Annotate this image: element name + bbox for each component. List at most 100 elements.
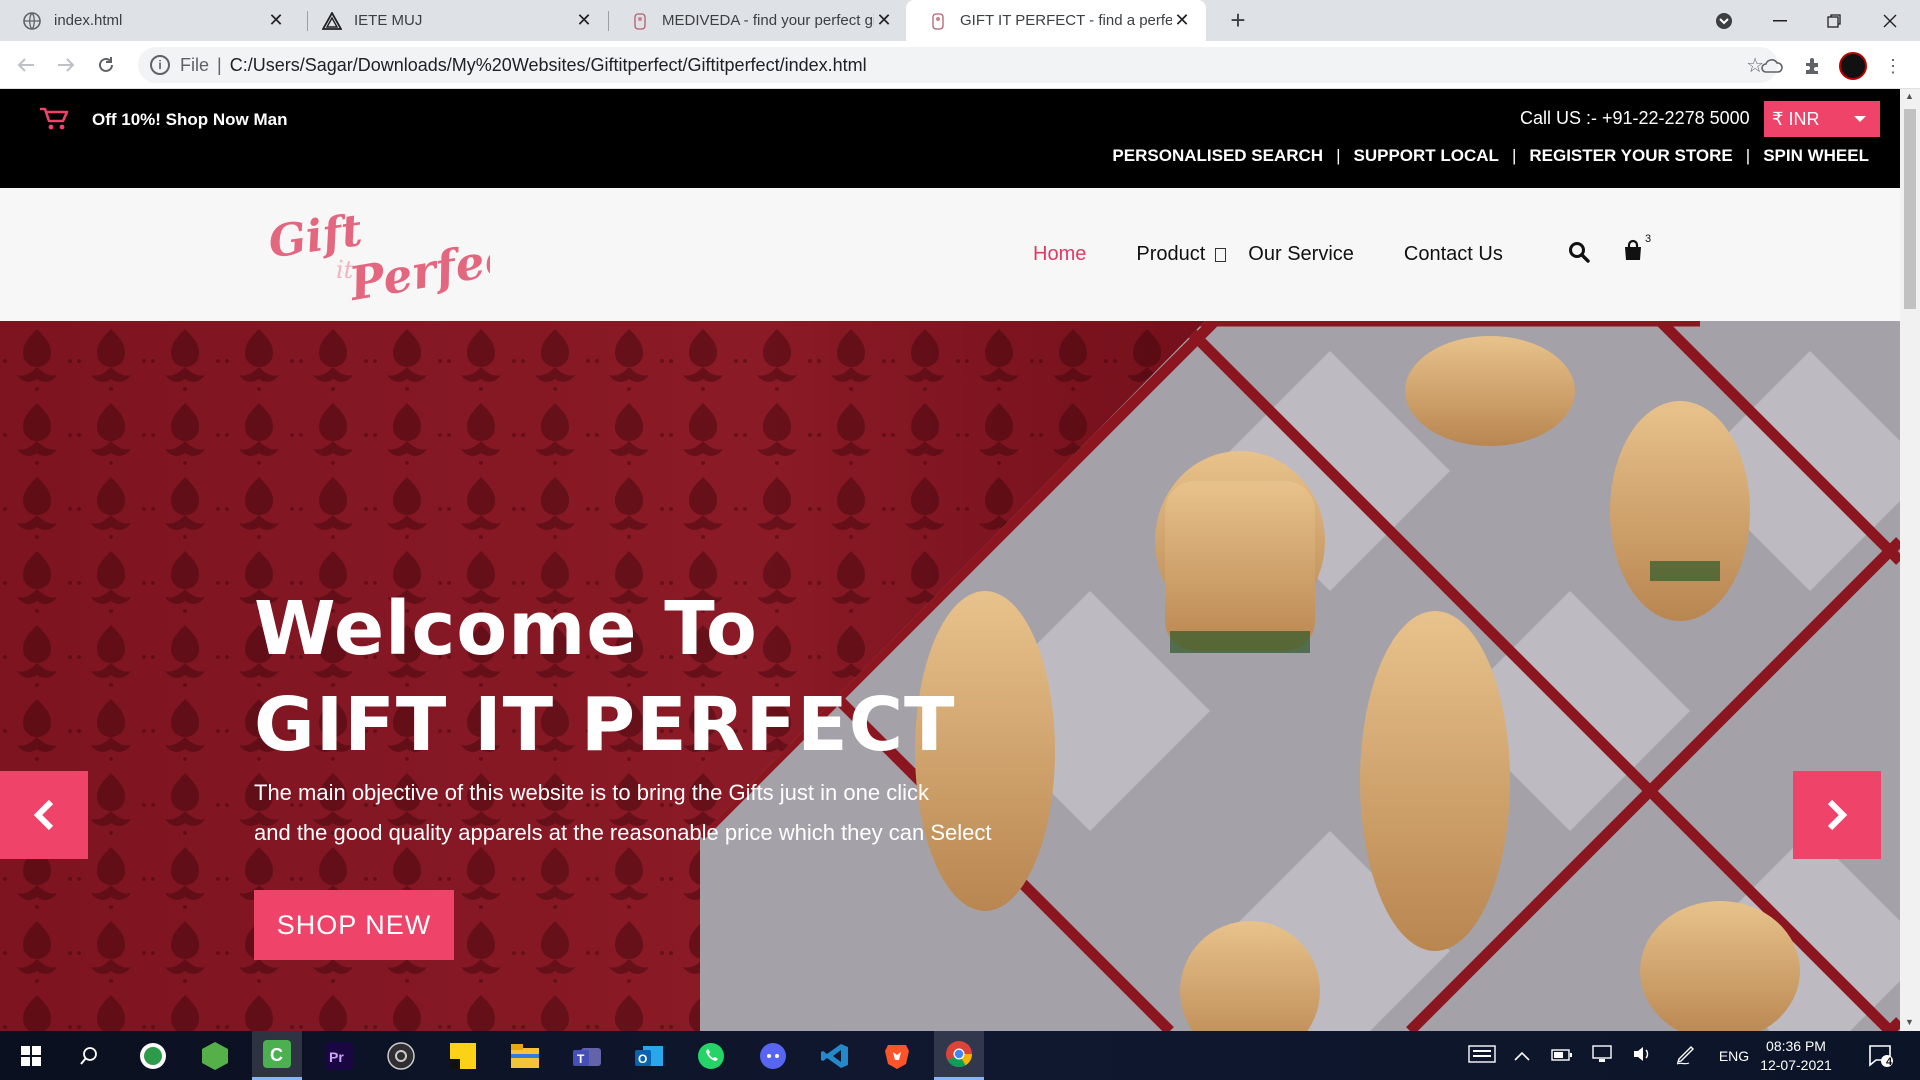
- tab-title: IETE MUJ: [354, 12, 423, 29]
- site-logo[interactable]: Gift it Perfect: [265, 205, 537, 313]
- iete-logo-icon: [322, 11, 342, 31]
- chevron-left-icon: [33, 799, 54, 831]
- app-icon-green-hexagon[interactable]: [190, 1031, 240, 1080]
- cart-icon: [38, 106, 70, 137]
- new-tab-button[interactable]: +: [1222, 5, 1254, 37]
- hero-description-line-2: and the good quality apparels at the rea…: [254, 820, 992, 845]
- app-icon-brave[interactable]: [872, 1031, 922, 1080]
- app-icon-chrome[interactable]: [934, 1031, 984, 1080]
- extensions-puzzle-icon[interactable]: [1799, 53, 1825, 79]
- url-text[interactable]: C:/Users/Sagar/Downloads/My%20Websites/G…: [230, 55, 867, 76]
- nav-product[interactable]: Product: [1136, 243, 1205, 266]
- close-window-icon[interactable]: [1862, 0, 1918, 41]
- hero-description: The main objective of this website is to…: [254, 773, 1014, 853]
- slider-next-button[interactable]: [1793, 771, 1881, 859]
- app-icon-premiere-pro[interactable]: Pr: [314, 1031, 364, 1080]
- search-icon[interactable]: [64, 1031, 114, 1080]
- logo-perfect: Perfect: [344, 226, 490, 308]
- profile-avatar[interactable]: [1839, 52, 1867, 80]
- back-icon[interactable]: [10, 49, 42, 81]
- nav-home[interactable]: Home: [1033, 243, 1086, 266]
- hero-description-line-1: The main objective of this website is to…: [254, 780, 929, 805]
- gift-favicon-icon: [928, 11, 948, 31]
- hero-slider: Welcome To GIFT IT PERFECT The main obje…: [0, 321, 1900, 1031]
- app-icon-teams[interactable]: T: [562, 1031, 612, 1080]
- webpage: Off 10%! Shop Now Man Call US :- +91-22-…: [0, 89, 1900, 1031]
- top-bar: Off 10%! Shop Now Man Call US :- +91-22-…: [0, 89, 1900, 188]
- app-icon-camtasia[interactable]: C: [252, 1031, 302, 1080]
- top-links: PERSONALISED SEARCH | SUPPORT LOCAL | RE…: [1112, 146, 1869, 166]
- shopping-bag-icon[interactable]: [1623, 239, 1643, 266]
- scroll-down-icon[interactable]: ▼: [1905, 1017, 1914, 1027]
- reload-icon[interactable]: [90, 49, 122, 81]
- cart-count-badge: 3: [1645, 233, 1652, 245]
- slider-prev-button[interactable]: [0, 771, 88, 859]
- link-spin-wheel[interactable]: SPIN WHEEL: [1763, 146, 1869, 166]
- notifications-icon[interactable]: 4: [1858, 1031, 1904, 1080]
- svg-text:T: T: [577, 1052, 585, 1066]
- network-icon[interactable]: [1582, 1045, 1622, 1066]
- volume-icon[interactable]: [1622, 1045, 1662, 1066]
- app-icon-whatsapp[interactable]: [686, 1031, 736, 1080]
- pen-workspace-icon[interactable]: [1662, 1043, 1710, 1068]
- app-icon-sticky-notes[interactable]: [438, 1031, 488, 1080]
- page-scrollbar[interactable]: ▲ ▼: [1900, 89, 1920, 1031]
- app-icon-vscode[interactable]: [810, 1031, 860, 1080]
- keyboard-icon[interactable]: [1462, 1045, 1502, 1066]
- app-icon-outlook[interactable]: O: [624, 1031, 674, 1080]
- app-icon-green-circle[interactable]: [128, 1031, 178, 1080]
- currency-select[interactable]: ₹ INR: [1764, 101, 1880, 137]
- chevron-up-icon[interactable]: [1502, 1048, 1542, 1064]
- close-tab-icon[interactable]: ✕: [266, 10, 286, 31]
- minimize-icon[interactable]: [1752, 0, 1808, 41]
- tab-search-icon[interactable]: [1696, 0, 1752, 41]
- chevron-down-icon: [1854, 116, 1866, 122]
- battery-icon[interactable]: [1542, 1048, 1582, 1064]
- link-personalised-search[interactable]: PERSONALISED SEARCH: [1112, 146, 1323, 166]
- close-tab-icon[interactable]: ✕: [1172, 10, 1192, 31]
- link-separator: |: [1745, 146, 1751, 165]
- link-support-local[interactable]: SUPPORT LOCAL: [1353, 146, 1498, 166]
- address-bar[interactable]: i File | C:/Users/Sagar/Downloads/My%20W…: [138, 47, 1778, 83]
- close-tab-icon[interactable]: ✕: [574, 10, 594, 31]
- link-separator: |: [1336, 146, 1341, 165]
- dropdown-icon[interactable]: [1215, 247, 1227, 262]
- app-icon-discord[interactable]: [748, 1031, 798, 1080]
- nav-links: Home Product Our Service Contact Us: [1033, 243, 1553, 266]
- language-indicator[interactable]: ENG: [1710, 1048, 1758, 1064]
- tab-index-html[interactable]: index.html ✕: [0, 0, 300, 41]
- site-info-icon[interactable]: i: [150, 55, 170, 75]
- tab-mediveda[interactable]: MEDIVEDA - find your perfect gif ✕: [608, 0, 908, 41]
- svg-text:O: O: [638, 1052, 647, 1066]
- tab-title: GIFT IT PERFECT - find a perfect g: [960, 12, 1172, 29]
- tab-title: MEDIVEDA - find your perfect gif: [662, 12, 874, 29]
- app-icon-obs[interactable]: [376, 1031, 426, 1080]
- nav-contact-us[interactable]: Contact Us: [1404, 243, 1503, 266]
- notification-count: 4: [1886, 1056, 1893, 1068]
- windows-start-icon[interactable]: [6, 1031, 56, 1080]
- browser-menu-icon[interactable]: ⋮: [1880, 53, 1906, 79]
- promo-text[interactable]: Off 10%! Shop Now Man: [92, 110, 288, 130]
- extension-cloud-icon[interactable]: [1759, 53, 1785, 79]
- restore-icon[interactable]: [1806, 0, 1862, 41]
- tab-iete-muj[interactable]: IETE MUJ ✕: [300, 0, 608, 41]
- scroll-thumb[interactable]: [1904, 109, 1916, 309]
- call-us-text: Call US :- +91-22-2278 5000: [1520, 108, 1750, 128]
- close-tab-icon[interactable]: ✕: [874, 10, 894, 31]
- shop-new-button[interactable]: SHOP NEW: [254, 890, 454, 960]
- link-register-your-store[interactable]: REGISTER YOUR STORE: [1529, 146, 1732, 166]
- search-icon[interactable]: [1568, 241, 1590, 268]
- tab-title: index.html: [54, 12, 123, 29]
- svg-text:C: C: [270, 1045, 283, 1065]
- taskbar-clock[interactable]: 08:36 PM 12-07-2021: [1760, 1037, 1832, 1075]
- nav-our-service[interactable]: Our Service: [1248, 243, 1354, 266]
- scroll-up-icon[interactable]: ▲: [1905, 91, 1914, 101]
- app-icon-file-explorer[interactable]: [500, 1031, 550, 1080]
- browser-tab-bar: index.html ✕ IETE MUJ ✕ MEDIVEDA - find …: [0, 0, 1920, 41]
- hero-heading: Welcome To GIFT IT PERFECT: [254, 581, 956, 773]
- chevron-right-icon: [1827, 799, 1848, 831]
- hero-heading-line-2: GIFT IT PERFECT: [254, 682, 956, 768]
- forward-icon[interactable]: [50, 49, 82, 81]
- main-navigation: Gift it Perfect Home Product Our Service…: [0, 188, 1900, 321]
- tab-gift-it-perfect[interactable]: GIFT IT PERFECT - find a perfect g ✕: [906, 0, 1206, 41]
